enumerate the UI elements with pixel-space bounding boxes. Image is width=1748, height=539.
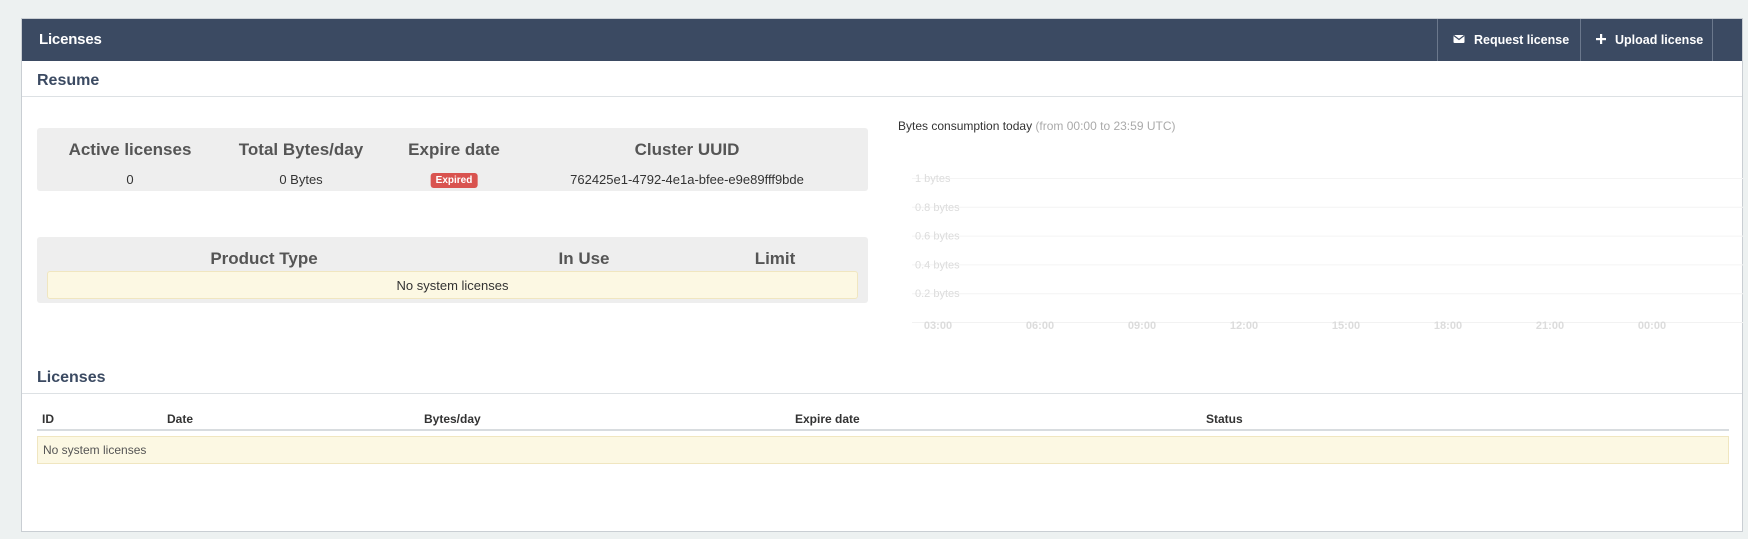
col-expire-date[interactable]: Expire date	[790, 408, 1201, 431]
chart-x-tick-label: 15:00	[1332, 320, 1360, 332]
col-bytes-day[interactable]: Bytes/day	[419, 408, 790, 431]
request-license-button[interactable]: Request license	[1437, 19, 1580, 61]
products-empty-row: No system licenses	[47, 271, 858, 299]
limit-header: Limit	[754, 249, 796, 268]
resume-divider	[22, 96, 1742, 97]
chart-x-tick-label: 09:00	[1128, 320, 1156, 332]
chart-x-tick-label: 18:00	[1434, 320, 1462, 332]
active-licenses-value: 0	[126, 172, 134, 187]
chart-y-tick-label: 0.4 bytes	[915, 259, 960, 271]
envelope-icon	[1453, 33, 1465, 47]
request-license-label: Request license	[1474, 33, 1570, 47]
bytes-consumption-chart: 1 bytes 0.8 bytes 0.6 bytes 0.4 bytes 0.2 by…	[912, 173, 1743, 332]
chart-y-tick-label: 0.8 bytes	[915, 202, 960, 214]
chart-x-tick-label: 00:00	[1638, 320, 1666, 332]
panel-title: Licenses	[39, 31, 102, 48]
expired-badge: Expired	[430, 173, 478, 188]
panel-header: Licenses Request license Upload license	[22, 19, 1742, 61]
total-bytes-label: Total Bytes/day	[238, 140, 364, 159]
total-bytes-value: 0 Bytes	[279, 172, 323, 187]
chart-y-tick-label: 0.2 bytes	[915, 288, 960, 300]
col-id[interactable]: ID	[37, 408, 162, 431]
licenses-empty-row: No system licenses	[37, 436, 1729, 464]
active-licenses-label: Active licenses	[68, 140, 192, 159]
chart-title: Bytes consumption today (from 00:00 to 2…	[898, 119, 1175, 133]
licenses-table: ID Date Bytes/day Expire date Status	[37, 408, 1729, 431]
cluster-uuid-label: Cluster UUID	[634, 140, 740, 159]
licenses-header-row: ID Date Bytes/day Expire date Status	[37, 408, 1729, 431]
chart-x-tick-label: 03:00	[924, 320, 952, 332]
chart-x-tick-label: 12:00	[1230, 320, 1258, 332]
resume-title: Resume	[37, 72, 100, 89]
licenses-panel: Licenses Request license Upload license …	[21, 18, 1743, 532]
col-date[interactable]: Date	[162, 408, 419, 431]
chart-x-tick-label: 06:00	[1026, 320, 1054, 332]
chart-y-tick-label: 1 bytes	[915, 173, 951, 185]
products-box: Product Type In Use Limit No system lice…	[37, 237, 868, 303]
plus-icon	[1596, 33, 1606, 47]
chart-subtitle: (from 00:00 to 23:59 UTC)	[1035, 119, 1176, 133]
upload-license-button[interactable]: Upload license	[1580, 19, 1713, 61]
cluster-uuid-value: 762425e1-4792-4e1a-bfee-e9e89fff9bde	[570, 172, 804, 187]
col-status[interactable]: Status	[1201, 408, 1729, 431]
resume-stats-box: Active licenses 0 Total Bytes/day 0 Byte…	[37, 128, 868, 191]
licenses-divider	[22, 393, 1742, 394]
licenses-section-title: Licenses	[37, 369, 106, 386]
chart-x-tick-label: 21:00	[1536, 320, 1564, 332]
product-type-header: Product Type	[210, 249, 318, 268]
chart-y-tick-label: 0.6 bytes	[915, 231, 960, 243]
upload-license-label: Upload license	[1615, 33, 1704, 47]
expire-date-label: Expire date	[408, 140, 500, 159]
chart-title-text: Bytes consumption today	[898, 119, 1033, 133]
in-use-header: In Use	[558, 249, 610, 268]
